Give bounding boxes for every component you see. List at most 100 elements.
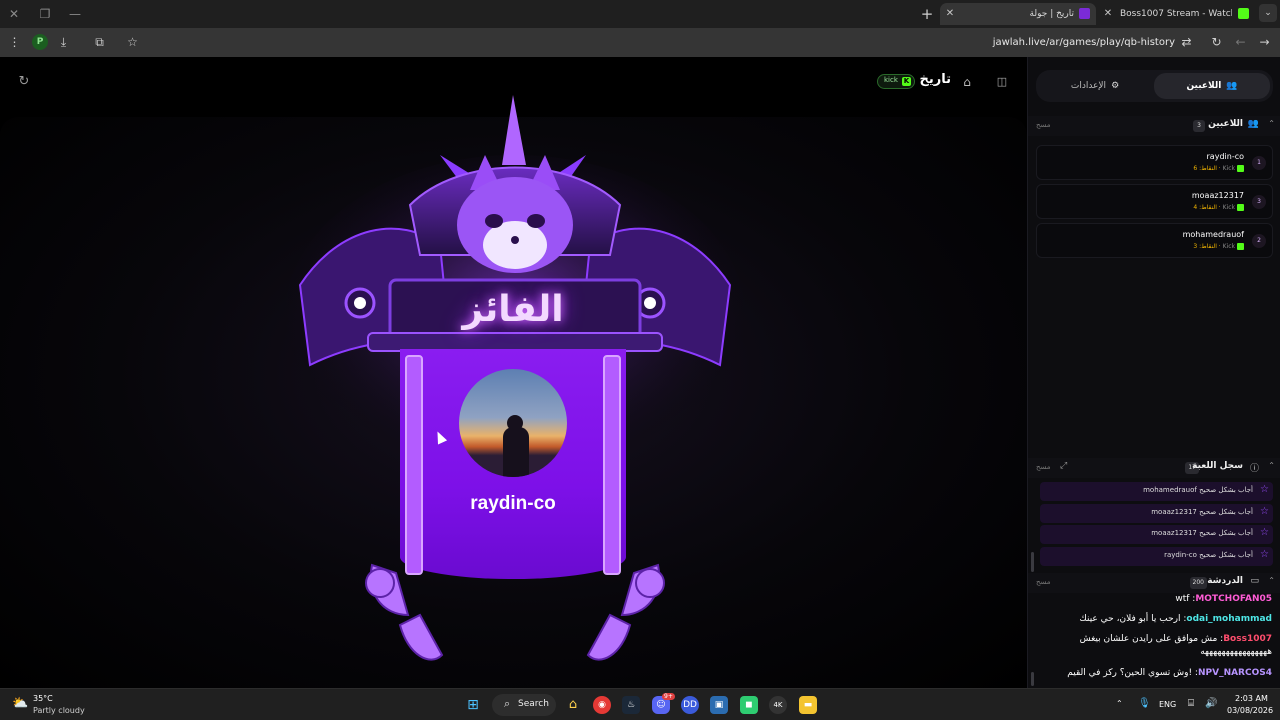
menu-dots-icon[interactable]: ⋮: [6, 34, 23, 51]
log-scrollbar[interactable]: [1031, 552, 1034, 572]
chat-username[interactable]: odai_mohammad: [1186, 614, 1272, 624]
kick-logo-icon: K: [902, 77, 911, 86]
panel-tabs: اللاعبين 👥 الإعدادات ⚙: [1036, 70, 1273, 102]
side-panel: اللاعبين 👥 الإعدادات ⚙ مسح 3 اللاعبين 👥 ⌃ …: [1027, 57, 1280, 688]
chat-section-header[interactable]: مسح 200 الدردشة ▭ ⌃: [1028, 573, 1280, 593]
chevron-up-icon[interactable]: ⌃: [1268, 576, 1275, 585]
close-window-icon[interactable]: ✕: [6, 6, 22, 22]
tab-kick-stream[interactable]: ✕ Boss1007 Stream - Watch Live on: [1098, 3, 1256, 25]
sliders-icon: ⚙: [1111, 81, 1120, 91]
discord-notification-badge: 9+: [662, 693, 675, 700]
home-app-icon[interactable]: ⌂: [564, 696, 582, 714]
clock-time[interactable]: 2:03 AM: [1235, 694, 1268, 703]
log-item-text: mohamedrauof أجاب بشكل صحيح: [1143, 486, 1253, 494]
minimize-window-icon[interactable]: —: [67, 6, 83, 22]
player-card[interactable]: mohamedrauof النقاط: 3 · Kick 2: [1036, 223, 1273, 258]
refresh-icon[interactable]: ↻: [16, 74, 32, 90]
dd-app-icon[interactable]: DD: [681, 696, 699, 714]
new-tab-button[interactable]: +: [918, 5, 936, 23]
steam-icon[interactable]: ♨: [622, 696, 640, 714]
profile-avatar[interactable]: P: [32, 34, 48, 50]
weather-temperature[interactable]: 35°C: [33, 694, 53, 703]
tab-jawlah[interactable]: ✕ تاريخ | جولة: [940, 3, 1096, 25]
tab-search-chevron-icon[interactable]: ⌄: [1259, 4, 1277, 22]
home-icon[interactable]: ⌂: [959, 74, 975, 90]
windows-taskbar: ⛅ 35°C Partly cloudy ⊞ ⌕ Search ⌂ ◉ ♨ ☺ …: [0, 688, 1280, 720]
file-explorer-icon[interactable]: ▬: [799, 696, 817, 714]
player-card[interactable]: raydin-co النقاط: 6 · Kick 1: [1036, 145, 1273, 180]
players-section-header[interactable]: مسح 3 اللاعبين 👥 ⌃: [1028, 116, 1280, 136]
page: ↻ ◫ ⌂ تاريخ kick K الفائز raydin-co اللا…: [0, 57, 1280, 688]
player-platform: Kick: [1222, 165, 1235, 172]
chat-clear-button[interactable]: مسح: [1036, 578, 1051, 586]
player-name: raydin-co: [1206, 152, 1244, 161]
chat-username[interactable]: MOTCHOFAN05: [1195, 594, 1272, 604]
tray-overflow-icon[interactable]: ⌃: [1116, 699, 1123, 708]
player-rank: 3: [1252, 195, 1266, 209]
player-points: النقاط: 4: [1193, 204, 1217, 211]
player-platform: Kick: [1222, 243, 1235, 250]
maximize-window-icon[interactable]: ❐: [37, 6, 53, 22]
volume-icon[interactable]: 🔊: [1205, 698, 1217, 709]
tab-settings[interactable]: الإعدادات ⚙: [1040, 73, 1150, 99]
chat-message-text: ارحب يا أبو فلان، حي عينك: [1079, 614, 1181, 624]
chat-scrollbar[interactable]: [1031, 672, 1034, 686]
tab-settings-label: الإعدادات: [1070, 81, 1107, 91]
4k-app-icon[interactable]: 4K: [769, 696, 787, 714]
chat-username[interactable]: Boss1007: [1223, 634, 1272, 644]
close-tab-icon[interactable]: ✕: [943, 3, 957, 25]
tab-players[interactable]: اللاعبين 👥: [1154, 73, 1270, 99]
sidebar-toggle-icon[interactable]: ◫: [994, 74, 1010, 90]
clock-date[interactable]: 03/08/2026: [1227, 706, 1273, 715]
chevron-up-icon[interactable]: ⌃: [1268, 119, 1275, 128]
star-icon: ☆: [1260, 484, 1269, 495]
player-card[interactable]: moaaz12317 النقاط: 4 · Kick 3: [1036, 184, 1273, 219]
taskbar-search[interactable]: ⌕ Search: [492, 694, 556, 716]
microphone-icon[interactable]: 🎙: [1138, 698, 1151, 709]
log-item: moaaz12317 أجاب بشكل صحيح ☆: [1040, 504, 1273, 523]
network-icon[interactable]: ⌸: [1188, 698, 1194, 709]
monitor-app-icon[interactable]: ▣: [710, 696, 728, 714]
game-log-section-header[interactable]: مسح ⤢ 17 سجل اللعبة ⓘ ⌃: [1028, 458, 1280, 478]
site-settings-icon[interactable]: ⇄: [1178, 34, 1195, 51]
close-tab-icon[interactable]: ✕: [1101, 3, 1115, 25]
log-item: moaaz12317 أجاب بشكل صحيح ☆: [1040, 525, 1273, 544]
chat-username[interactable]: NPV_NARCOS4: [1198, 668, 1272, 678]
bookmark-star-icon[interactable]: ☆: [124, 34, 141, 51]
expand-icon[interactable]: ⤢: [1060, 461, 1067, 471]
partly-cloudy-icon[interactable]: ⛅: [12, 696, 30, 712]
player-points: النقاط: 6: [1193, 165, 1217, 172]
tab-label: تاريخ | جولة: [1029, 9, 1074, 19]
reload-icon[interactable]: ↻: [1208, 34, 1225, 51]
chat-count-badge: 200: [1189, 577, 1207, 589]
log-clear-button[interactable]: مسح: [1036, 463, 1051, 471]
player-meta: النقاط: 6 · Kick: [1193, 165, 1244, 172]
forward-icon[interactable]: ←: [1232, 34, 1249, 51]
log-item-text: moaaz12317 أجاب بشكل صحيح: [1151, 529, 1253, 537]
weather-description[interactable]: Partly cloudy: [33, 706, 85, 715]
chevron-up-icon[interactable]: ⌃: [1268, 461, 1275, 470]
chat-message: مش موافق على رايدن علشان بيغش :Boss1007 …: [1079, 634, 1272, 657]
back-icon[interactable]: →: [1256, 34, 1273, 51]
extensions-icon[interactable]: ⧉: [91, 34, 108, 51]
kick-icon: [1237, 204, 1244, 211]
chat-message: ارحب يا أبو فلان، حي عينك :odai_mohammad: [1079, 614, 1272, 624]
star-icon: ☆: [1260, 549, 1269, 560]
winner-title: الفائز: [462, 289, 564, 330]
green-app-icon[interactable]: ◼: [740, 696, 758, 714]
star-icon: ☆: [1260, 527, 1269, 538]
page-title: تاريخ: [919, 72, 952, 87]
chat-icon: ▭: [1250, 576, 1259, 586]
windows-start-icon[interactable]: ⊞: [464, 696, 482, 714]
players-section-title: اللاعبين: [1208, 119, 1243, 129]
language-indicator[interactable]: ENG: [1159, 700, 1176, 709]
players-clear-button[interactable]: مسح: [1036, 121, 1051, 129]
winner-avatar: [459, 369, 567, 477]
players-count-badge: 3: [1193, 120, 1205, 132]
log-item-text: raydin-co أجاب بشكل صحيح: [1164, 551, 1253, 559]
download-icon[interactable]: ⤓: [55, 34, 72, 51]
chrome-icon[interactable]: ◉: [593, 696, 611, 714]
kick-icon: [1237, 243, 1244, 250]
chat-section-title: الدردشة: [1207, 576, 1243, 586]
address-bar[interactable]: jawlah.live/ar/games/play/qb-history: [900, 34, 1175, 51]
